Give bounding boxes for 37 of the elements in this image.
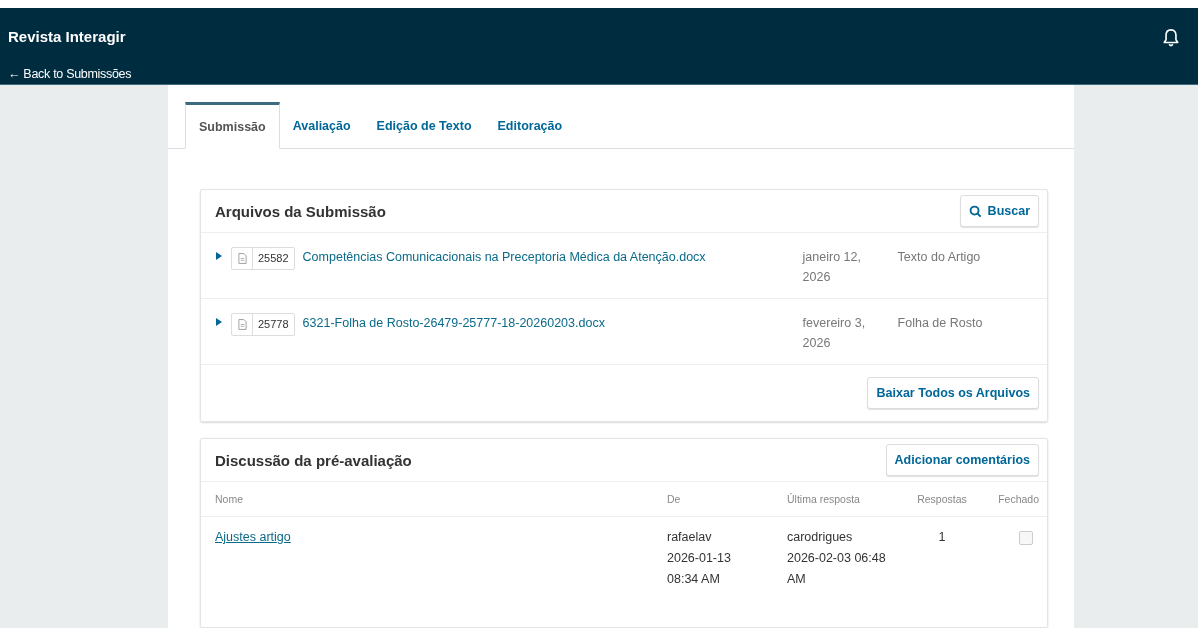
- file-type: Folha de Rosto: [897, 315, 983, 332]
- document-icon: [237, 319, 247, 330]
- column-header: Última resposta: [787, 493, 861, 505]
- tab[interactable]: Avaliação: [279, 102, 364, 149]
- column-header: De: [667, 493, 682, 505]
- tab[interactable]: Edição de Texto: [363, 102, 485, 149]
- file-type: Texto do Artigo: [897, 249, 981, 266]
- closed-checkbox[interactable]: [1019, 531, 1033, 545]
- column-header: Nome: [215, 493, 244, 505]
- file-id: 25582: [257, 251, 290, 266]
- column-header: Fechado: [997, 493, 1039, 505]
- panel-title: Arquivos da Submissão: [215, 202, 386, 220]
- last-reply-date: 2026-02-03 06:48 AM: [787, 550, 887, 588]
- panel-title: Discussão da pré-avaliação: [215, 451, 412, 469]
- reply-count: 1: [938, 530, 946, 544]
- tab[interactable]: Submissão: [185, 102, 280, 149]
- file-id: 25778: [257, 317, 290, 332]
- author-date: 2026-01-13 08:34 AM: [667, 550, 732, 588]
- document-icon: [237, 253, 247, 264]
- file-link[interactable]: Competências Comunicacionais na Preceptoria Médica da Atenção.docx: [302, 247, 773, 267]
- notifications-icon[interactable]: [1162, 28, 1180, 48]
- add-comments-button[interactable]: Adicionar comentários: [885, 444, 1039, 476]
- file-date: janeiro 12, 2026: [802, 249, 862, 286]
- discussion-link[interactable]: Ajustes artigo: [215, 530, 291, 544]
- column-header: Respostas: [916, 493, 968, 505]
- last-reply-user: carodrigues: [787, 529, 853, 546]
- expand-caret-icon[interactable]: [215, 318, 223, 326]
- tab[interactable]: Editoração: [484, 102, 576, 149]
- back-link[interactable]: ← Back to Submissões: [8, 67, 132, 81]
- file-date: fevereiro 3, 2026: [802, 315, 867, 352]
- download-all-button[interactable]: Baixar Todos os Arquivos: [867, 377, 1039, 409]
- search-icon: [968, 204, 982, 218]
- search-button[interactable]: Buscar: [959, 195, 1039, 227]
- site-title[interactable]: Revista Interagir: [8, 28, 132, 45]
- file-link[interactable]: 6321-Folha de Rosto-26479-25777-18-20260203.docx: [302, 313, 773, 333]
- author-name: rafaelav: [667, 529, 712, 546]
- expand-caret-icon[interactable]: [215, 252, 223, 260]
